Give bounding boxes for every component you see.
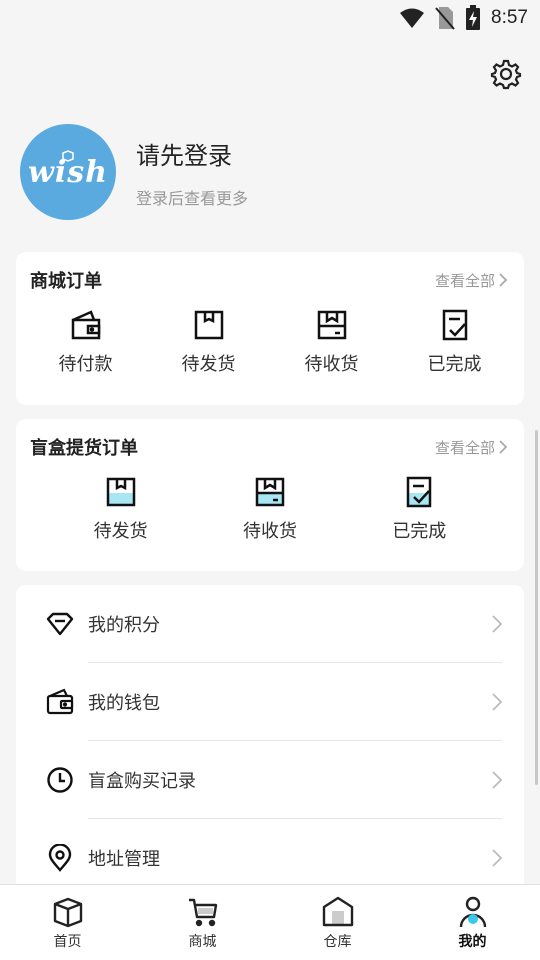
wifi-icon <box>400 8 425 28</box>
bottom-tab-bar: 首页 商城 仓库 我的 <box>0 884 540 960</box>
chevron-right-icon <box>492 693 502 711</box>
menu-item-purchase-history[interactable]: 盲盒购买记录 <box>16 741 524 819</box>
order-completed[interactable]: 已完成 <box>400 308 510 376</box>
tab-label: 首页 <box>53 934 82 950</box>
box-open-icon <box>255 477 285 507</box>
view-all-label: 查看全部 <box>434 438 495 457</box>
tab-label: 商城 <box>188 934 217 950</box>
order-label: 已完成 <box>427 354 482 375</box>
menu-label: 地址管理 <box>88 849 160 870</box>
wallet-icon <box>46 688 74 715</box>
box-icon <box>53 897 82 928</box>
menu-card: 我的积分 我的钱包 盲盒购买记录 地址管理 <box>16 585 524 905</box>
mall-orders-view-all[interactable]: 查看全部 <box>435 270 508 291</box>
no-sim-icon <box>435 7 455 30</box>
chevron-right-icon <box>499 273 508 287</box>
cart-icon <box>188 898 217 927</box>
location-pin-icon <box>48 844 72 872</box>
chevron-right-icon <box>499 440 508 454</box>
menu-item-points[interactable]: 我的积分 <box>16 585 524 663</box>
status-bar: 8:57 <box>0 0 540 36</box>
settings-button[interactable] <box>490 58 522 90</box>
box-icon <box>106 477 135 507</box>
tab-mall[interactable]: 商城 <box>135 885 270 960</box>
order-label: 待付款 <box>58 354 113 375</box>
blindbox-orders-card: 盲盒提货订单 查看全部 待发货 待收货 已完成 <box>16 419 524 571</box>
chevron-right-icon <box>492 615 502 633</box>
tab-label: 仓库 <box>323 934 352 950</box>
scrollbar[interactable] <box>535 430 538 785</box>
box-open-icon <box>317 310 346 340</box>
menu-label: 我的钱包 <box>88 693 160 714</box>
warehouse-icon <box>322 896 353 927</box>
menu-label: 我的积分 <box>88 615 160 636</box>
person-icon <box>459 896 486 928</box>
status-time: 8:57 <box>491 7 528 28</box>
clock-icon <box>47 767 73 793</box>
gear-icon <box>490 59 522 90</box>
menu-label: 盲盒购买记录 <box>88 771 196 792</box>
avatar[interactable]: wish <box>20 124 116 220</box>
diamond-icon <box>46 612 74 636</box>
chevron-right-icon <box>492 849 502 867</box>
order-label: 待发货 <box>93 521 148 542</box>
mall-orders-title: 商城订单 <box>30 271 102 292</box>
login-subtitle: 登录后查看更多 <box>136 188 249 208</box>
order-pending-payment[interactable]: 待付款 <box>31 308 141 376</box>
order-label: 待收货 <box>242 521 297 542</box>
blindbox-to-ship[interactable]: 待发货 <box>66 475 176 543</box>
login-prompt[interactable]: 请先登录 <box>136 136 248 171</box>
check-doc-icon <box>442 309 467 341</box>
box-icon <box>194 310 223 340</box>
blindbox-orders-title: 盲盒提货订单 <box>30 438 138 459</box>
chevron-right-icon <box>492 771 502 789</box>
blindbox-completed[interactable]: 已完成 <box>364 475 474 543</box>
blindbox-orders-view-all[interactable]: 查看全部 <box>435 437 508 458</box>
order-label: 待发货 <box>181 354 236 375</box>
blindbox-to-receive[interactable]: 待收货 <box>215 475 325 543</box>
tab-warehouse[interactable]: 仓库 <box>270 885 405 960</box>
order-label: 已完成 <box>392 521 447 542</box>
tab-home[interactable]: 首页 <box>0 885 135 960</box>
order-label: 待收货 <box>304 354 359 375</box>
check-doc-icon <box>407 476 432 508</box>
tab-label: 我的 <box>458 934 487 950</box>
mall-orders-card: 商城订单 查看全部 待付款 待发货 待收货 已完成 <box>16 252 524 405</box>
tab-mine[interactable]: 我的 <box>405 885 540 960</box>
order-to-receive[interactable]: 待收货 <box>277 308 387 376</box>
battery-charging-icon <box>466 5 481 30</box>
menu-item-wallet[interactable]: 我的钱包 <box>16 663 524 741</box>
mini-box-icon <box>62 150 74 162</box>
view-all-label: 查看全部 <box>434 271 495 290</box>
order-to-ship[interactable]: 待发货 <box>154 308 264 376</box>
profile-header[interactable]: wish 请先登录 登录后查看更多 <box>20 124 248 220</box>
wallet-icon <box>71 310 100 340</box>
